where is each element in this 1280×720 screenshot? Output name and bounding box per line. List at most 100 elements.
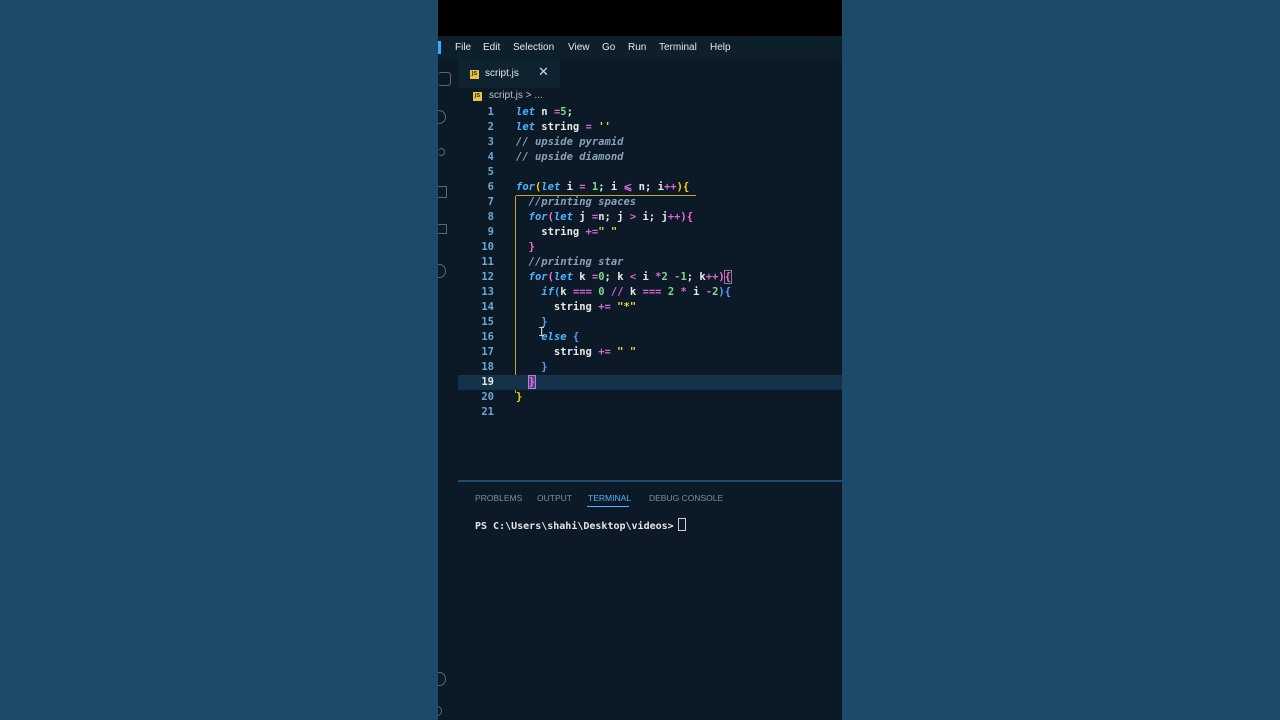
menu-bar: File Edit Selection View Go Run Terminal… bbox=[438, 36, 842, 60]
extensions-icon[interactable] bbox=[438, 224, 447, 234]
code-text: for(let j =n; j > i; j++){ bbox=[528, 211, 694, 223]
text-cursor-icon: I bbox=[538, 325, 546, 339]
code-line: 4 // upside diamond bbox=[458, 150, 842, 165]
line-number: 15 bbox=[481, 316, 494, 328]
left-background bbox=[0, 0, 438, 720]
code-comment: //printing spaces bbox=[516, 196, 637, 208]
code-comment: //printing star bbox=[516, 256, 624, 268]
terminal-prompt: PS C:\Users\shahi\Desktop\videos> bbox=[475, 521, 674, 532]
code-line: 12 for(let k =0; k < i *2 -1; k++){ bbox=[458, 270, 842, 285]
line-number: 3 bbox=[487, 136, 494, 148]
tab-bar: JS script.js ✕ bbox=[458, 60, 842, 88]
code-line-current: 19 } bbox=[458, 375, 842, 390]
menu-terminal[interactable]: Terminal bbox=[659, 42, 697, 53]
code-line: 7 //printing spaces bbox=[458, 195, 842, 210]
line-number: 1 bbox=[487, 106, 494, 118]
tab-debug-console[interactable]: DEBUG CONSOLE bbox=[649, 493, 723, 503]
code-line: 1 let n =5; bbox=[458, 105, 842, 120]
vscode-window: File Edit Selection View Go Run Terminal… bbox=[438, 0, 842, 720]
js-file-icon: JS bbox=[473, 92, 482, 101]
menu-selection[interactable]: Selection bbox=[513, 42, 554, 53]
code-line: 21 bbox=[458, 405, 842, 420]
code-line: 11 //printing star bbox=[458, 255, 842, 270]
code-line: 6 for(let i = 1; i ⩽ n; i++){ bbox=[458, 180, 842, 195]
line-number: 11 bbox=[481, 256, 494, 268]
line-number: 2 bbox=[487, 121, 494, 133]
code-text: let n =5; bbox=[516, 106, 573, 118]
code-line: 2 let string = '' bbox=[458, 120, 842, 135]
source-control-icon[interactable] bbox=[438, 148, 445, 156]
line-number: 7 bbox=[487, 196, 494, 208]
close-icon[interactable]: ✕ bbox=[538, 65, 549, 80]
code-line: 5 bbox=[458, 165, 842, 180]
line-number: 4 bbox=[487, 151, 494, 163]
explorer-icon[interactable] bbox=[438, 72, 451, 86]
code-text: let string = '' bbox=[516, 121, 611, 133]
line-number: 12 bbox=[481, 271, 494, 283]
code-text: for(let i = 1; i ⩽ n; i++){ bbox=[516, 181, 690, 193]
line-number: 5 bbox=[487, 166, 494, 178]
tab-label: script.js bbox=[485, 68, 519, 79]
tab-output[interactable]: OUTPUT bbox=[537, 493, 572, 503]
code-line: 15 } bbox=[458, 315, 842, 330]
search-icon[interactable] bbox=[438, 110, 446, 124]
remote-icon[interactable] bbox=[438, 264, 446, 278]
code-comment: // upside pyramid bbox=[516, 136, 624, 148]
account-icon[interactable] bbox=[438, 672, 446, 686]
code-text: } bbox=[527, 375, 537, 389]
menu-file[interactable]: File bbox=[455, 42, 471, 53]
run-debug-icon[interactable] bbox=[438, 186, 447, 198]
code-text: string += "*" bbox=[516, 301, 637, 313]
menu-run[interactable]: Run bbox=[628, 42, 646, 53]
right-background bbox=[842, 0, 1280, 720]
line-number: 8 bbox=[487, 211, 494, 223]
terminal-output[interactable]: PS C:\Users\shahi\Desktop\videos> bbox=[475, 518, 686, 532]
code-line: 9 string +=" " bbox=[458, 225, 842, 240]
line-number: 13 bbox=[481, 286, 494, 298]
menu-help[interactable]: Help bbox=[710, 42, 731, 53]
code-line: 10 } bbox=[458, 240, 842, 255]
code-text: } bbox=[516, 391, 523, 403]
tab-script-js[interactable]: JS script.js ✕ bbox=[458, 60, 560, 88]
line-number: 17 bbox=[481, 346, 494, 358]
breadcrumb-file[interactable]: script.js bbox=[489, 90, 523, 101]
line-number: 19 bbox=[481, 376, 494, 388]
top-black-bar bbox=[438, 0, 842, 36]
menu-go[interactable]: Go bbox=[602, 42, 615, 53]
code-text: for(let k =0; k < i *2 -1; k++){ bbox=[528, 270, 733, 284]
code-text: string +=" " bbox=[516, 226, 618, 238]
terminal-cursor bbox=[677, 518, 686, 531]
breadcrumb-symbol[interactable]: ... bbox=[534, 90, 542, 101]
code-line: 3 // upside pyramid bbox=[458, 135, 842, 150]
code-line: 16 else { bbox=[458, 330, 842, 345]
line-number: 9 bbox=[487, 226, 494, 238]
code-line: 14 string += "*" bbox=[458, 300, 842, 315]
line-number: 18 bbox=[481, 361, 494, 373]
code-line: 13 if(k === 0 // k === 2 * i -2){ bbox=[458, 285, 842, 300]
line-number: 10 bbox=[481, 241, 494, 253]
code-text: } bbox=[541, 361, 548, 373]
line-number: 14 bbox=[481, 301, 494, 313]
code-line: 20 } bbox=[458, 390, 842, 405]
code-line: 8 for(let j =n; j > i; j++){ bbox=[458, 210, 842, 225]
line-number: 20 bbox=[481, 391, 494, 403]
tab-problems[interactable]: PROBLEMS bbox=[475, 493, 522, 503]
line-number: 16 bbox=[481, 331, 494, 343]
code-text: string += " " bbox=[516, 346, 637, 358]
code-text: if(k === 0 // k === 2 * i -2){ bbox=[541, 286, 732, 298]
activity-bar bbox=[438, 60, 458, 720]
code-text: else { bbox=[541, 331, 580, 343]
menu-view[interactable]: View bbox=[568, 42, 590, 53]
vscode-logo-icon bbox=[438, 41, 441, 54]
line-number: 21 bbox=[481, 406, 494, 418]
line-number: 6 bbox=[487, 181, 494, 193]
code-line: 18 } bbox=[458, 360, 842, 375]
code-comment: // upside diamond bbox=[516, 151, 624, 163]
breadcrumb-separator: > bbox=[525, 90, 532, 101]
code-text: } bbox=[528, 241, 535, 253]
code-line: 17 string += " " bbox=[458, 345, 842, 360]
settings-gear-icon[interactable] bbox=[438, 706, 442, 716]
tab-terminal[interactable]: TERMINAL bbox=[588, 493, 631, 503]
code-editor[interactable]: 1 let n =5; 2 let string = '' 3 // upsid… bbox=[458, 105, 842, 480]
menu-edit[interactable]: Edit bbox=[483, 42, 500, 53]
